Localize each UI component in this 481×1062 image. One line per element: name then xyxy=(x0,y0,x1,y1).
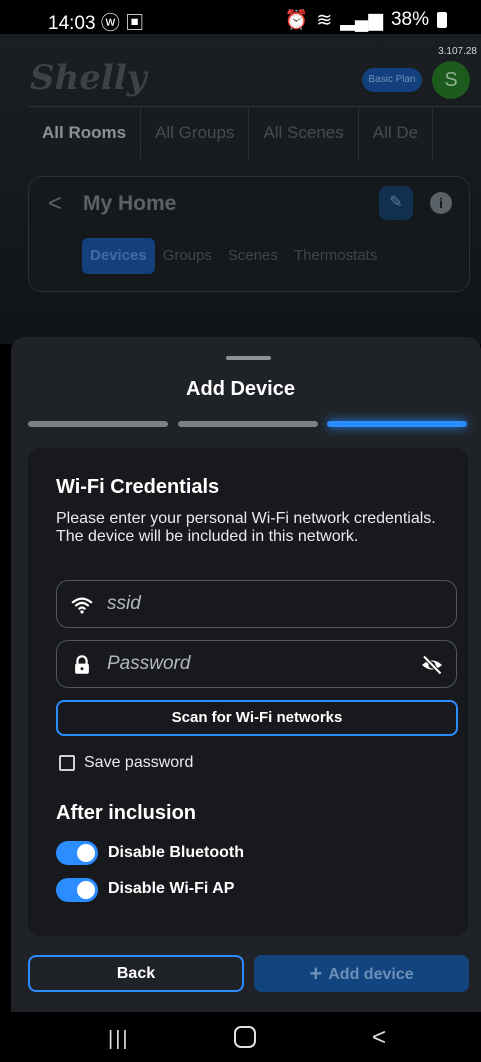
toggle-knob xyxy=(77,844,95,862)
after-inclusion-title: After inclusion xyxy=(56,802,197,824)
edit-icon: ✎ xyxy=(379,186,413,220)
home-tabs: Devices Groups Scenes Thermostats xyxy=(82,238,385,274)
save-password-label: Save password xyxy=(84,754,194,771)
room-tabs: All Rooms All Groups All Scenes All De xyxy=(28,106,481,159)
add-device-label: Add device xyxy=(328,966,414,983)
ssid-field[interactable] xyxy=(56,580,457,628)
tab-groups: Groups xyxy=(162,247,212,264)
password-input[interactable] xyxy=(107,651,407,677)
tab-devices: Devices xyxy=(82,238,155,274)
password-field[interactable] xyxy=(56,640,457,688)
home-title: My Home xyxy=(83,192,177,215)
wifi-icon xyxy=(71,597,93,614)
back-nav-icon[interactable]: < xyxy=(372,1024,386,1052)
tab-all-groups: All Groups xyxy=(141,107,250,159)
lock-icon xyxy=(75,655,89,674)
tab-thermostats: Thermostats xyxy=(293,247,378,264)
tab-all-rooms: All Rooms xyxy=(28,107,142,159)
shelly-logo: Shelly xyxy=(30,58,147,98)
battery-icon xyxy=(437,12,447,28)
info-icon: i xyxy=(430,192,452,214)
signal-icon: ▂▄▆ xyxy=(340,9,383,31)
wifi-credentials-title: Wi-Fi Credentials xyxy=(56,476,220,498)
disable-bluetooth-toggle[interactable] xyxy=(56,841,98,865)
battery-percent: 38% xyxy=(390,9,429,30)
sheet-drag-handle[interactable] xyxy=(226,356,271,360)
chevron-left-icon: < xyxy=(48,190,63,217)
alarm-icon: ⏰ xyxy=(284,10,309,31)
progress-step-2 xyxy=(178,421,318,427)
disable-wifi-ap-label: Disable Wi-Fi AP xyxy=(108,880,235,897)
wifi-description: Please enter your personal Wi-Fi network… xyxy=(56,510,436,545)
sheet-title: Add Device xyxy=(186,378,295,400)
status-icons: ⏰ ≋ ▂▄▆ 38% xyxy=(285,8,447,32)
tab-all-devices: All De xyxy=(359,107,434,159)
toggle-knob xyxy=(77,881,95,899)
avatar: S xyxy=(432,61,470,99)
add-device-button[interactable]: + Add device xyxy=(254,955,469,992)
eye-off-icon[interactable] xyxy=(420,653,444,677)
recent-apps-icon[interactable]: ||| xyxy=(108,1028,130,1051)
home-icon[interactable] xyxy=(234,1026,256,1048)
plus-icon: + xyxy=(309,961,323,986)
progress-step-3-active xyxy=(327,421,467,427)
save-password-checkbox[interactable] xyxy=(59,755,75,771)
tab-scenes: Scenes xyxy=(227,247,278,264)
disable-bluetooth-label: Disable Bluetooth xyxy=(108,844,245,861)
tab-all-scenes: All Scenes xyxy=(249,107,359,159)
wifi-icon: ≋ xyxy=(316,9,333,31)
back-button[interactable]: Back xyxy=(28,955,244,992)
scan-wifi-button[interactable]: Scan for Wi-Fi networks xyxy=(56,700,458,736)
progress-step-1 xyxy=(28,421,168,427)
ssid-input[interactable] xyxy=(107,591,407,617)
status-time: 14:03 ⓦ ▣ xyxy=(48,13,145,34)
disable-wifi-ap-toggle[interactable] xyxy=(56,878,98,902)
plan-badge: Basic Plan xyxy=(362,68,422,92)
app-version: 3.107.28 xyxy=(438,46,477,57)
